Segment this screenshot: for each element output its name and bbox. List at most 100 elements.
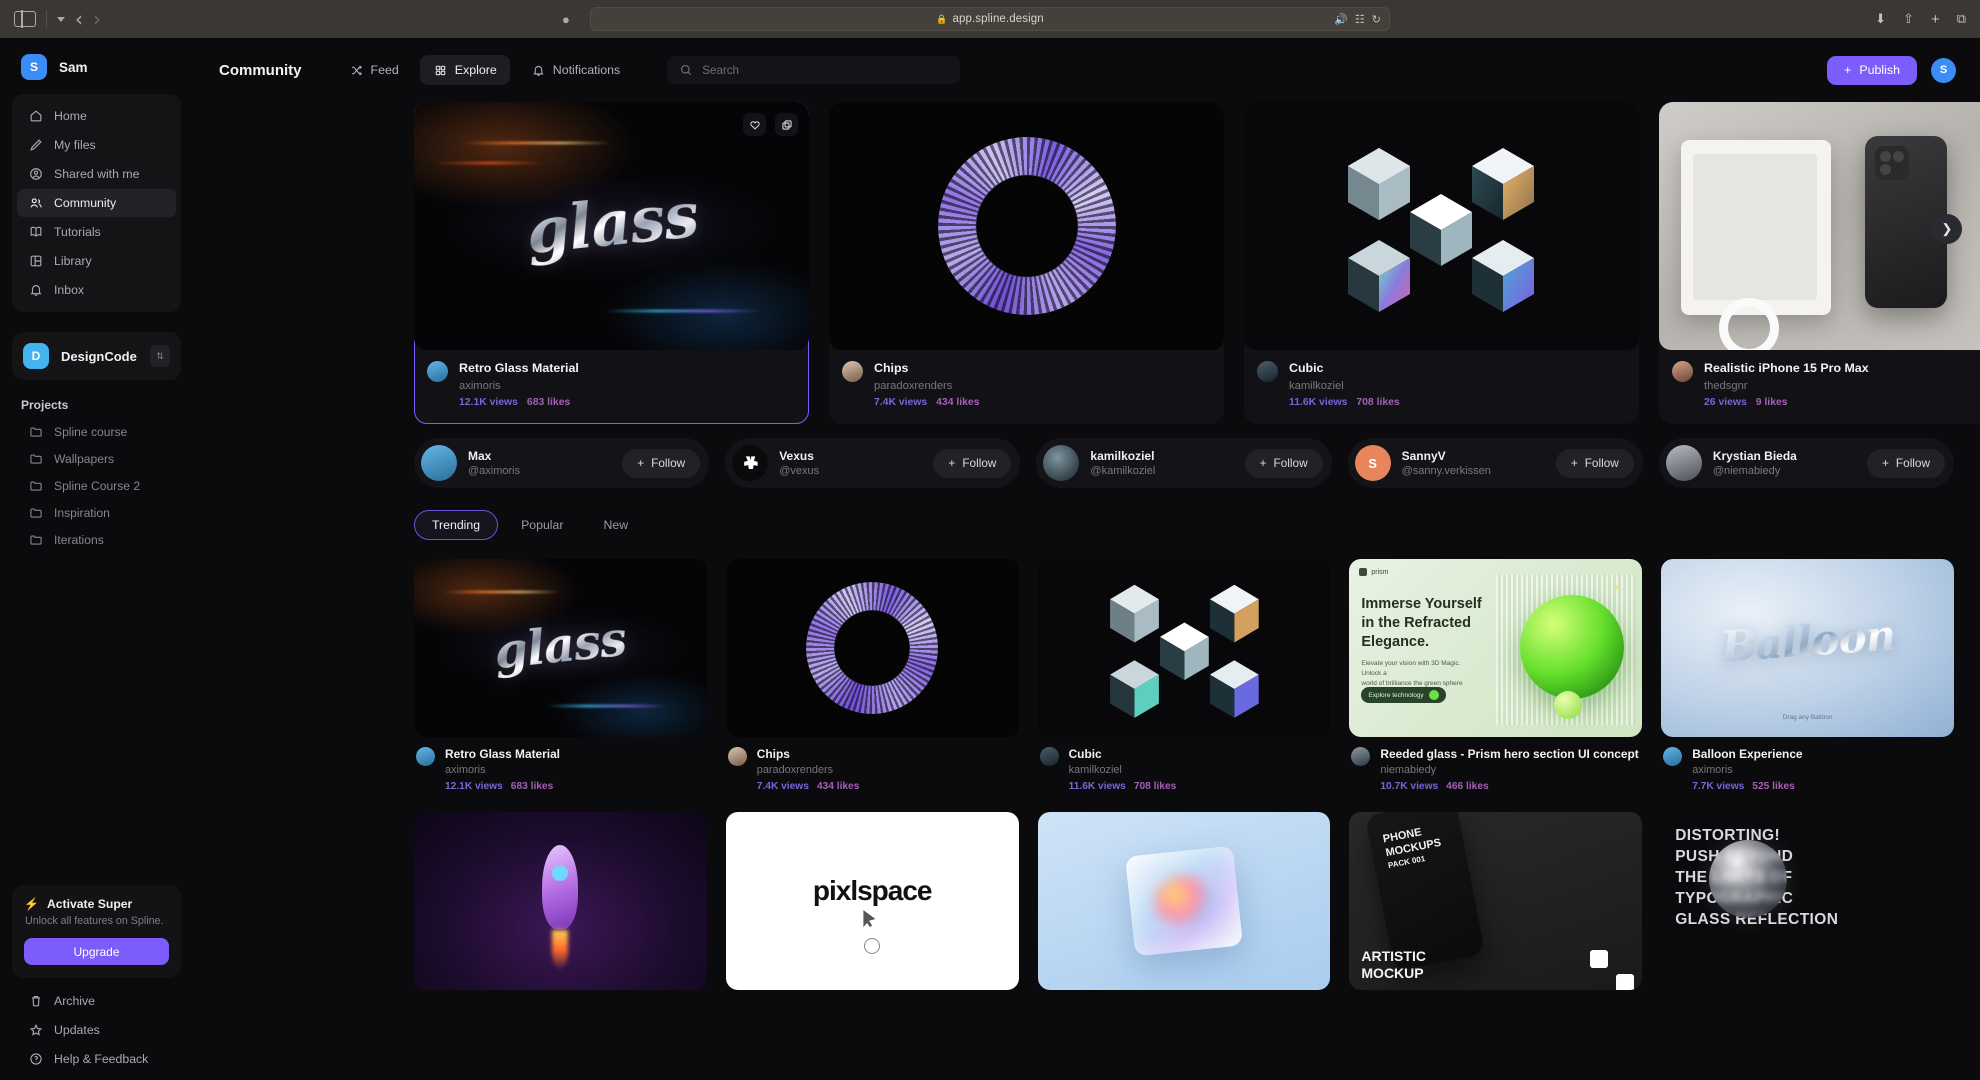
follow-card[interactable]: S SannyV @sanny.verkissen + Follow [1347, 438, 1643, 488]
back-arrow-icon[interactable]: ‹ [75, 9, 83, 29]
tab-trending[interactable]: Trending [414, 510, 499, 540]
address-bar[interactable]: 🔒 app.spline.design 🔊 ☷ ↻ [590, 7, 1390, 31]
card-thumbnail[interactable] [829, 102, 1224, 350]
follow-card[interactable]: kamilkoziel @kamilkoziel + Follow [1036, 438, 1332, 488]
chevron-down-icon[interactable] [57, 16, 65, 22]
sidebar-item-updates[interactable]: Updates [17, 1016, 176, 1044]
avatar[interactable]: S [1931, 57, 1956, 83]
forward-arrow-icon[interactable]: › [93, 9, 101, 29]
project-item-spline-course[interactable]: Spline course [17, 418, 176, 445]
bell-icon [531, 63, 546, 78]
avatar [727, 747, 747, 766]
search-input[interactable] [702, 63, 950, 77]
card-thumbnail[interactable]: glass [414, 102, 809, 350]
likes-count: 708 likes [1133, 781, 1177, 793]
card-thumbnail[interactable] [1037, 559, 1331, 737]
copy-button[interactable] [775, 113, 798, 136]
sidebar-item-library[interactable]: Library [17, 247, 176, 275]
sidebar-item-community[interactable]: Community [17, 189, 176, 217]
tab-notifications[interactable]: Notifications [518, 55, 634, 85]
share-icon[interactable]: ⇧ [1903, 11, 1914, 27]
featured-card[interactable]: glass Retro Glass Material aximoris 12.1… [414, 102, 809, 424]
sidebar-item-help-feedback[interactable]: Help & Feedback [17, 1045, 176, 1073]
download-icon[interactable]: ⬇ [1875, 11, 1886, 27]
tab-explore[interactable]: Explore [419, 55, 510, 85]
team-name: DesignCode [61, 348, 137, 364]
card-author: thedsgnr [1704, 379, 1748, 392]
sidebar-user[interactable]: S Sam [12, 38, 181, 94]
tab-feed[interactable]: Feed [336, 55, 412, 85]
follow-button[interactable]: + Follow [1867, 448, 1946, 478]
project-item-inspiration[interactable]: Inspiration [17, 499, 176, 526]
sound-icon[interactable]: 🔊 [1334, 13, 1348, 26]
reload-icon[interactable]: ↻ [1372, 13, 1381, 26]
search-box[interactable] [667, 56, 961, 84]
card-thumbnail[interactable]: Balloon Drag any Balloon [1661, 559, 1954, 737]
sidebar-item-my-files[interactable]: My files [17, 131, 176, 159]
follow-card[interactable]: Krystian Bieda @niemabiedy + Follow [1658, 438, 1955, 488]
sidebar-item-archive[interactable]: Archive [17, 987, 176, 1015]
grid-card[interactable] [414, 812, 707, 991]
grid-card[interactable]: DISTORTING! PUSH BEYOND THE LIMITS OF TY… [1661, 812, 1954, 991]
chevron-updown-icon[interactable]: ⇅ [150, 345, 170, 367]
upgrade-button[interactable]: Upgrade [24, 938, 169, 965]
card-thumbnail[interactable]: pixlspace [725, 812, 1019, 991]
grid-card[interactable]: Chips paradoxrenders 7.4K views 434 like… [725, 559, 1019, 792]
plus-icon: + [1570, 456, 1578, 470]
follow-button[interactable]: + Follow [1555, 448, 1634, 478]
follow-button[interactable]: + Follow [933, 448, 1012, 478]
follow-button[interactable]: + Follow [622, 448, 701, 478]
project-item-wallpapers[interactable]: Wallpapers [17, 445, 176, 472]
grid-card[interactable]: Cubic kamilkoziel 11.6K views 708 likes [1037, 559, 1331, 793]
grid-card[interactable]: prism Immerse Yourself in the Refracted … [1349, 559, 1643, 792]
project-item-iterations[interactable]: Iterations [17, 526, 176, 553]
shield-icon[interactable]: ● [562, 12, 570, 27]
featured-card[interactable]: Realistic iPhone 15 Pro Max thedsgnr 26 … [1659, 102, 1980, 424]
tab-new[interactable]: New [586, 510, 645, 540]
sidebar-item-home[interactable]: Home [17, 102, 176, 130]
follow-button[interactable]: + Follow [1244, 448, 1323, 478]
card-thumbnail[interactable] [725, 559, 1019, 737]
grid-card[interactable]: Balloon Drag any Balloon Balloon Experie… [1661, 559, 1954, 792]
carousel-next-button[interactable]: ❯ [1932, 214, 1962, 244]
card-thumbnail[interactable]: PHONE MOCKUPS PACK 001 ARTISTIC MOCKUP [1349, 812, 1643, 991]
featured-card[interactable]: Chips paradoxrenders 7.4K views 434 like… [829, 102, 1224, 424]
tabs-overview-icon[interactable]: ⧉ [1957, 11, 1966, 27]
new-tab-icon[interactable]: + [1931, 11, 1940, 28]
card-thumbnail[interactable]: prism Immerse Yourself in the Refracted … [1349, 559, 1643, 737]
card-thumbnail[interactable] [1037, 812, 1331, 991]
sidebar-toggle-icon[interactable] [14, 10, 36, 28]
tab-popular[interactable]: Popular [504, 510, 580, 540]
publish-button[interactable]: + Publish [1827, 55, 1917, 85]
follow-card[interactable]: Vexus @vexus + Follow [725, 438, 1021, 488]
follow-card[interactable]: Max @aximoris + Follow [414, 438, 710, 488]
sidebar-item-shared-with-me[interactable]: Shared with me [17, 160, 176, 188]
card-title: Chips [874, 361, 909, 375]
like-button[interactable] [743, 113, 766, 136]
activate-super-card: ⚡ Activate Super Unlock all features on … [12, 885, 181, 978]
shuffle-icon [349, 63, 364, 78]
project-item-spline-course-2[interactable]: Spline Course 2 [17, 472, 176, 499]
content-scroll[interactable]: ❯ glass Retro Glass Material aximoris 12… [193, 102, 1980, 1080]
team-switcher[interactable]: D DesignCode ⇅ [12, 332, 181, 380]
sidebar-label: My files [54, 138, 96, 152]
bolt-icon: ⚡ [24, 897, 39, 911]
card-thumbnail[interactable]: DISTORTING! PUSH BEYOND THE LIMITS OF TY… [1661, 812, 1954, 991]
extensions-icon[interactable]: ☷ [1355, 13, 1365, 26]
card-thumbnail[interactable] [1244, 102, 1639, 350]
card-thumbnail[interactable] [414, 812, 707, 991]
bell-icon [28, 283, 43, 298]
sidebar-item-tutorials[interactable]: Tutorials [17, 218, 176, 246]
views-count: 11.6K views [1068, 781, 1126, 793]
sidebar-item-inbox[interactable]: Inbox [17, 276, 176, 304]
views-count: 12.1K views [459, 396, 518, 408]
grid-card[interactable]: pixlspace [725, 812, 1019, 991]
card-author: niemabiedy [1380, 764, 1437, 777]
user-name: kamilkoziel [1090, 449, 1155, 463]
card-thumbnail[interactable]: glass [414, 559, 707, 737]
featured-card[interactable]: Cubic kamilkoziel 11.6K views 708 likes [1244, 102, 1639, 424]
grid-card[interactable]: glass Retro Glass Material aximoris 12.1… [414, 559, 707, 792]
grid-card[interactable] [1037, 812, 1331, 991]
grid-card[interactable]: PHONE MOCKUPS PACK 001 ARTISTIC MOCKUP [1349, 812, 1643, 991]
tab-label: Explore [454, 63, 497, 77]
